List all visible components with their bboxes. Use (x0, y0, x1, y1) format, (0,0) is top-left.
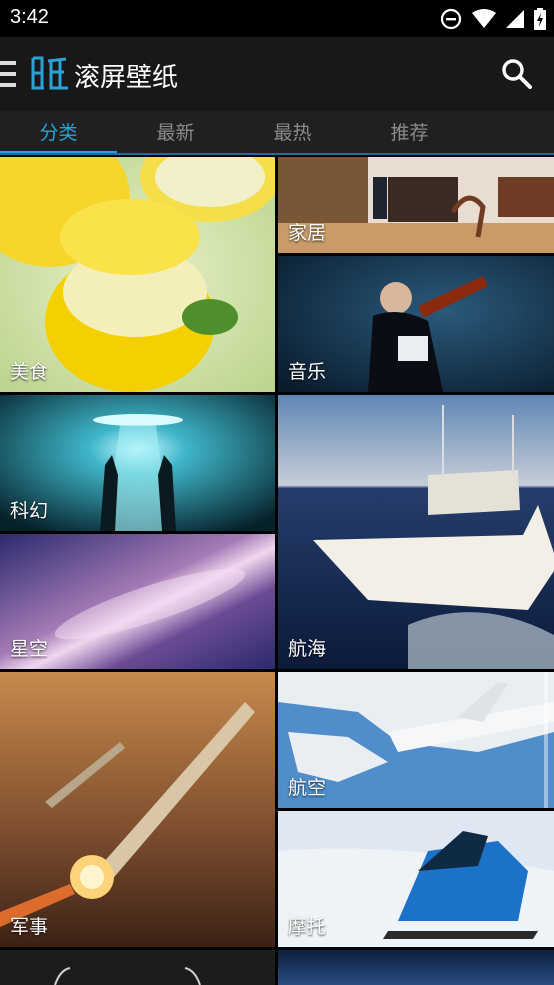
category-label-military: 军事 (10, 916, 49, 938)
category-tile-food[interactable]: 美食 (0, 157, 275, 392)
category-label-starry: 星空 (10, 638, 49, 660)
partial-image-right (278, 950, 554, 985)
do-not-disturb-icon (440, 8, 462, 30)
category-tile-scifi[interactable]: 科幻 (0, 395, 275, 531)
status-bar: 3:42 (0, 0, 554, 37)
category-label-motor: 摩托 (288, 916, 327, 938)
wifi-icon (472, 9, 496, 28)
status-time: 3:42 (10, 6, 49, 28)
category-tile-partial-left[interactable] (0, 950, 275, 985)
tab-latest[interactable]: 最新 (117, 111, 234, 155)
hamburger-menu-icon[interactable] (0, 59, 16, 89)
tab-divider (0, 153, 554, 155)
category-tile-motor[interactable]: 摩托 (278, 811, 554, 947)
category-tile-partial-right[interactable] (278, 950, 554, 985)
category-tile-starry[interactable]: 星空 (0, 534, 275, 669)
tab-hottest[interactable]: 最热 (234, 111, 351, 155)
cell-signal-icon (506, 10, 524, 28)
search-icon[interactable] (500, 57, 534, 91)
tab-bar: 分类 最新 最热 推荐 (0, 111, 554, 155)
battery-charging-icon (534, 8, 546, 30)
category-tile-home[interactable]: 家居 (278, 157, 554, 253)
tab-category[interactable]: 分类 (0, 111, 117, 155)
category-label-sailing: 航海 (288, 638, 327, 660)
tab-recommended[interactable]: 推荐 (351, 111, 468, 155)
category-label-aviation: 航空 (288, 777, 327, 799)
category-label-music: 音乐 (288, 361, 327, 383)
category-tile-sailing[interactable]: 航海 (278, 395, 554, 669)
military-image (0, 672, 275, 947)
category-label-home: 家居 (288, 222, 327, 244)
scrollbar[interactable] (544, 672, 548, 808)
app-title: 滚屏壁纸 (74, 63, 179, 93)
status-icons (440, 7, 546, 31)
category-tile-aviation[interactable]: 航空 (278, 672, 554, 808)
sailing-image (278, 395, 554, 669)
category-tile-music[interactable]: 音乐 (278, 256, 554, 392)
category-tile-military[interactable]: 军事 (0, 672, 275, 947)
partial-image-left (0, 950, 275, 985)
category-label-food: 美食 (10, 361, 49, 383)
category-label-scifi: 科幻 (10, 500, 49, 522)
app-logo (31, 56, 68, 90)
app-bar: 滚屏壁纸 (0, 37, 554, 111)
